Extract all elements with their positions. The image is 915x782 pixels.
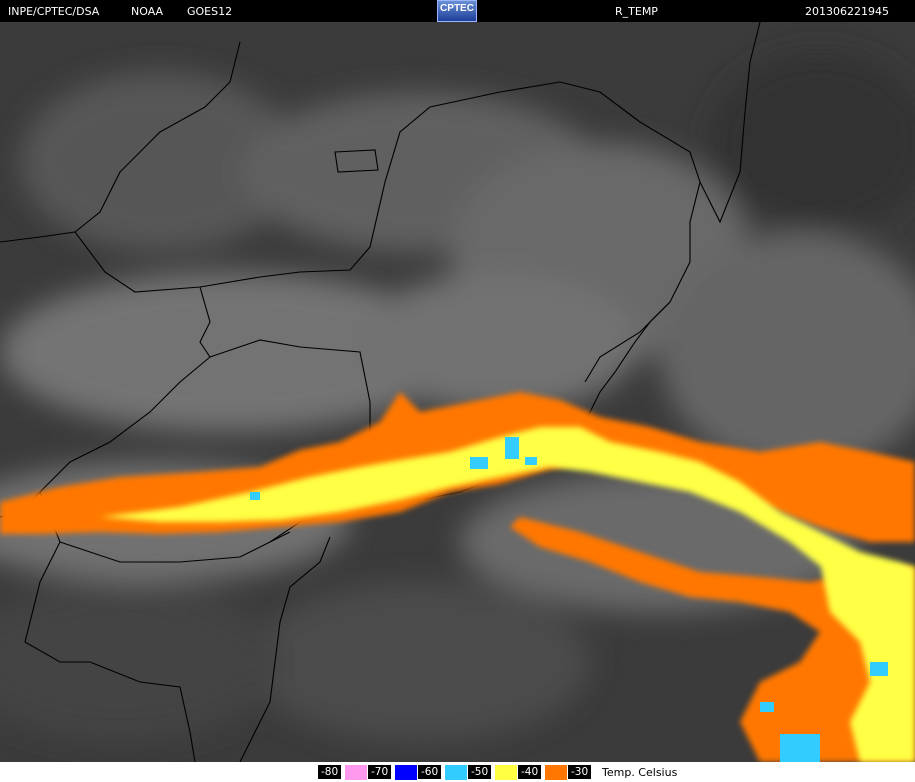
- organization-label: INPE/CPTEC/DSA: [8, 5, 100, 18]
- legend-label: -30: [568, 765, 592, 779]
- cptec-logo: CPTEC: [437, 0, 477, 22]
- legend-label: -80: [318, 765, 342, 779]
- timestamp-label: 201306221945: [805, 5, 889, 18]
- legend-label: -50: [468, 765, 492, 779]
- legend-label: -70: [368, 765, 392, 779]
- legend-swatch: [445, 765, 467, 780]
- legend-unit: Temp. Celsius: [602, 766, 678, 779]
- satellite-label: GOES12: [187, 5, 233, 18]
- temperature-legend: -80 -70 -60 -50 -40 -30 Temp. Celsius: [0, 762, 915, 782]
- satellite-map: [0, 22, 915, 762]
- product-label: R_TEMP: [615, 5, 658, 18]
- legend-swatch: [545, 765, 567, 780]
- legend-label: -60: [418, 765, 442, 779]
- legend-swatch: [495, 765, 517, 780]
- header-bar: INPE/CPTEC/DSA NOAA GOES12 CPTEC R_TEMP …: [0, 0, 915, 22]
- legend-swatch: [345, 765, 367, 780]
- logo-text: CPTEC: [440, 3, 474, 14]
- legend-swatch: [395, 765, 417, 780]
- legend-label: -40: [518, 765, 542, 779]
- agency-label: NOAA: [131, 5, 164, 18]
